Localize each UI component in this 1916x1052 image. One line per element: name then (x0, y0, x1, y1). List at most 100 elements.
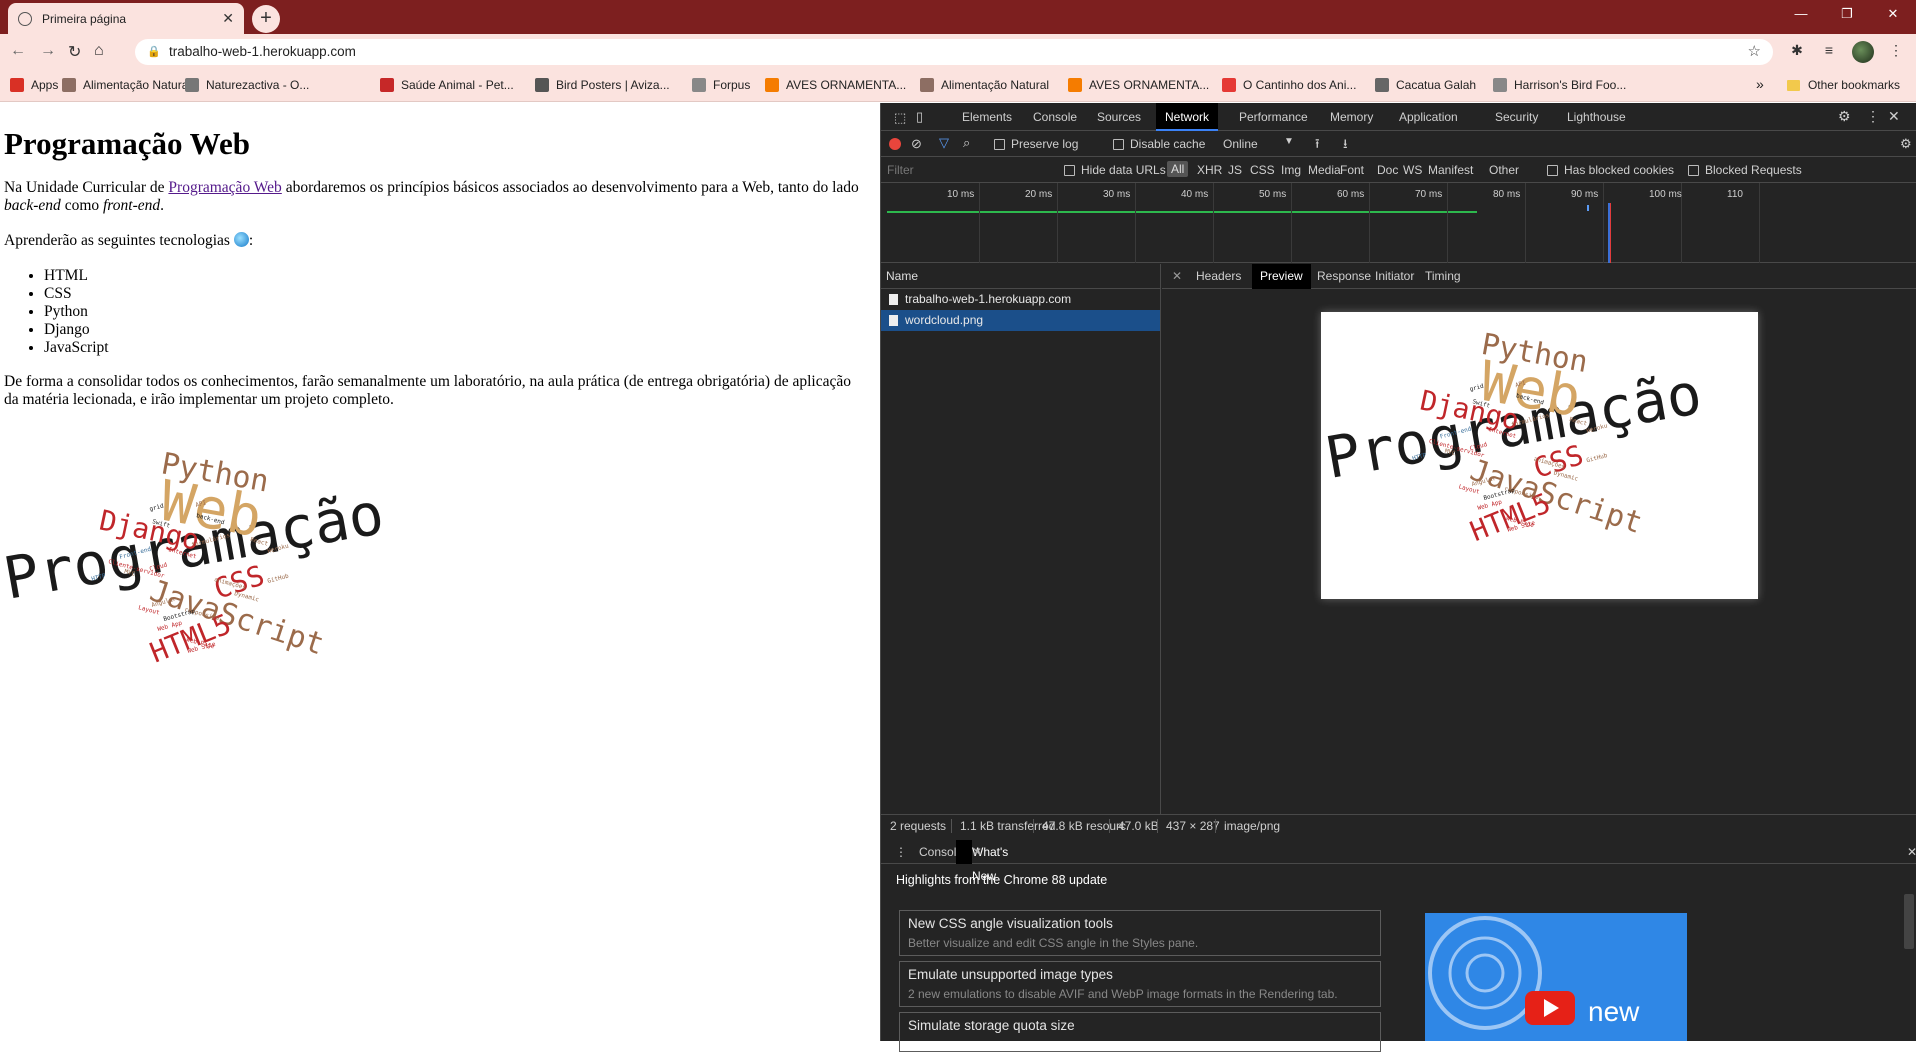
browser-tab[interactable]: Primeira página ✕ (8, 3, 244, 34)
bookmark-label: Bird Posters | Aviza... (556, 78, 670, 92)
bookmark-item[interactable]: Naturezactiva - O... (185, 78, 309, 92)
throttle-select[interactable]: Online (1223, 137, 1258, 151)
bookmark-item[interactable]: Alimentação Natural (920, 78, 1049, 92)
filter-all[interactable]: All (1167, 161, 1189, 177)
home-icon[interactable]: ⌂ (94, 42, 104, 60)
close-tab-icon[interactable]: ✕ (964, 840, 990, 864)
whats-new-item[interactable]: New CSS angle visualization tools Better… (899, 910, 1381, 956)
hide-data-urls-checkbox[interactable]: Hide data URLs (1064, 163, 1166, 177)
bookmark-item[interactable]: Forpus (692, 78, 750, 92)
bookmark-item[interactable]: Cacatua Galah (1375, 78, 1476, 92)
tab-initiator[interactable]: Initiator (1367, 264, 1422, 289)
minimize-icon[interactable]: — (1778, 0, 1824, 30)
scrollbar[interactable] (1904, 894, 1914, 949)
web-page: Programação Web Na Unidade Curricular de… (0, 103, 880, 1041)
drawer-tab-whats-new[interactable]: What's New ✕ (956, 840, 1008, 883)
filter-type-font[interactable]: Font (1340, 163, 1364, 177)
filter-type-xhr[interactable]: XHR (1197, 163, 1222, 177)
disable-cache-checkbox[interactable]: Disable cache (1113, 137, 1205, 151)
extensions-icon[interactable]: ✱ (1787, 42, 1807, 62)
request-row[interactable]: trabalho-web-1.herokuapp.com (881, 289, 1160, 310)
tab-headers[interactable]: Headers (1188, 264, 1249, 289)
devtools-tab-application[interactable]: Application (1390, 103, 1467, 131)
back-icon[interactable]: ← (10, 42, 26, 60)
filter-type-ws[interactable]: WS (1403, 163, 1422, 177)
whats-new-video[interactable]: new (1425, 913, 1687, 1041)
request-row[interactable]: wordcloud.png (881, 310, 1160, 331)
bookmark-star-icon[interactable]: ☆ (1748, 39, 1761, 65)
backend-term: back-end (4, 197, 61, 214)
media-control-icon[interactable]: ≡ (1819, 42, 1839, 62)
import-har-icon[interactable]: ⭱ (1315, 135, 1320, 157)
network-settings-icon[interactable]: ⚙ (1900, 136, 1912, 152)
blocked-requests-checkbox[interactable]: Blocked Requests (1688, 163, 1802, 177)
devtools-tab-memory[interactable]: Memory (1321, 103, 1382, 131)
settings-gear-icon[interactable]: ⚙ (1838, 108, 1851, 125)
restore-icon[interactable]: ❐ (1824, 0, 1870, 30)
devtools-menu-icon[interactable]: ⋮ (1866, 108, 1880, 125)
bookmark-item[interactable]: AVES ORNAMENTA... (765, 78, 906, 92)
filter-type-other[interactable]: Other (1489, 163, 1519, 177)
name-column-header[interactable]: Name (881, 264, 1160, 289)
whats-new-item[interactable]: Simulate storage quota size (899, 1012, 1381, 1052)
timeline-tick: 30 ms (1103, 189, 1131, 200)
bookmark-item[interactable]: Alimentação Natural (62, 78, 191, 92)
devtools-tab-security[interactable]: Security (1486, 103, 1547, 131)
timeline-gridline (1291, 183, 1292, 263)
profile-avatar[interactable] (1852, 41, 1874, 63)
clear-icon[interactable]: ⊘ (911, 136, 922, 152)
filter-type-js[interactable]: JS (1228, 163, 1242, 177)
filter-type-css[interactable]: CSS (1250, 163, 1275, 177)
bookmark-item[interactable]: O Cantinho dos Ani... (1222, 78, 1356, 92)
menu-icon[interactable]: ⋮ (1886, 42, 1906, 62)
filter-type-doc[interactable]: Doc (1377, 163, 1398, 177)
whats-new-item[interactable]: Emulate unsupported image types 2 new em… (899, 961, 1381, 1007)
bookmark-item[interactable]: Apps (10, 78, 58, 92)
course-link[interactable]: Programação Web (168, 179, 281, 196)
bookmark-item[interactable]: Harrison's Bird Foo... (1493, 78, 1626, 92)
timeline-bar (887, 211, 1477, 213)
timeline-gridline (1447, 183, 1448, 263)
filter-icon[interactable]: ▽ (939, 135, 949, 151)
filter-input[interactable]: Filter (887, 163, 914, 177)
devtools-tab-network[interactable]: Network (1156, 103, 1219, 131)
export-har-icon[interactable]: ⭳ (1343, 135, 1348, 157)
devtools-tab-sources[interactable]: Sources (1088, 103, 1150, 131)
address-bar[interactable]: 🔒 trabalho-web-1.herokuapp.com ☆ (135, 39, 1773, 65)
tech-item: CSS (44, 285, 876, 303)
reload-icon[interactable]: ↻ (68, 42, 81, 62)
device-toolbar-icon[interactable]: ▯ (916, 109, 923, 125)
close-devtools-icon[interactable]: ✕ (1888, 108, 1900, 125)
inspect-element-icon[interactable]: ⬚ (894, 110, 906, 126)
bookmark-item[interactable]: Saúde Animal - Pet... (380, 78, 514, 92)
devtools-tab-console[interactable]: Console (1024, 103, 1086, 131)
record-icon[interactable] (889, 138, 901, 150)
new-tab-button[interactable]: + (252, 5, 280, 33)
bookmarks-overflow[interactable]: » (1756, 76, 1764, 92)
close-detail-icon[interactable]: ✕ (1164, 264, 1190, 289)
close-tab-icon[interactable]: ✕ (222, 10, 234, 27)
request-name: trabalho-web-1.herokuapp.com (905, 292, 1072, 306)
tab-preview[interactable]: Preview (1252, 264, 1311, 289)
globe-emoji-icon (233, 232, 249, 247)
search-icon[interactable]: ⌕ (963, 135, 970, 151)
forward-icon[interactable]: → (40, 42, 56, 60)
requests-count: 2 requests (890, 819, 947, 833)
devtools-tab-performance[interactable]: Performance (1230, 103, 1317, 131)
close-drawer-icon[interactable]: ✕ (1899, 840, 1916, 864)
blocked-cookies-checkbox[interactable]: Has blocked cookies (1547, 163, 1674, 177)
other-bookmarks[interactable]: Other bookmarks (1786, 78, 1900, 92)
preserve-log-checkbox[interactable]: Preserve log (994, 137, 1078, 151)
filter-type-media[interactable]: Media (1308, 163, 1341, 177)
chevron-down-icon[interactable]: ▼ (1284, 136, 1294, 147)
filter-type-img[interactable]: Img (1281, 163, 1301, 177)
filter-type-manifest[interactable]: Manifest (1428, 163, 1473, 177)
devtools-tab-elements[interactable]: Elements (953, 103, 1021, 131)
tab-strip: Primeira página ✕ + — ❐ ✕ (0, 0, 1916, 34)
preview-dimensions: 437 × 287 (1157, 819, 1220, 833)
bookmark-item[interactable]: AVES ORNAMENTA... (1068, 78, 1209, 92)
tab-timing[interactable]: Timing (1417, 264, 1469, 289)
bookmark-item[interactable]: Bird Posters | Aviza... (535, 78, 670, 92)
close-window-icon[interactable]: ✕ (1870, 0, 1916, 30)
devtools-tab-lighthouse[interactable]: Lighthouse (1558, 103, 1635, 131)
